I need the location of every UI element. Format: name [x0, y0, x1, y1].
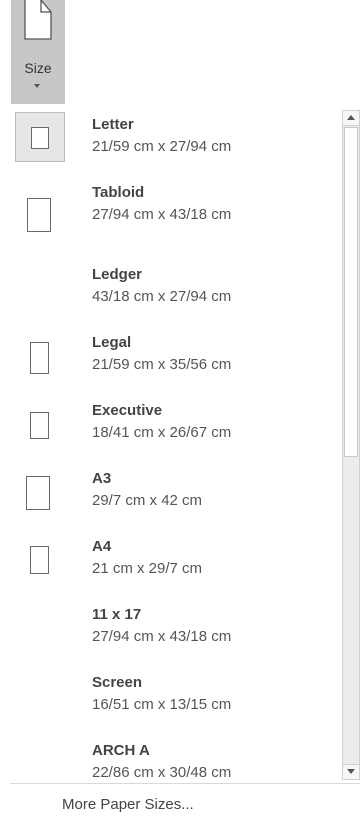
chevron-up-icon — [347, 115, 355, 120]
paper-size-name: Tabloid — [92, 184, 145, 201]
scroll-down-button[interactable] — [343, 764, 359, 779]
portrait-page-icon — [27, 198, 51, 232]
paper-size-dimensions: 29/7 cm x 42 cm — [92, 492, 203, 509]
paper-size-dimensions: 18/41 cm x 26/67 cm — [92, 424, 232, 441]
paper-size-dimensions: 43/18 cm x 27/94 cm — [92, 288, 232, 305]
paper-size-name: ARCH A — [92, 742, 150, 759]
paper-size-icon-box — [15, 534, 65, 584]
portrait-page-icon — [31, 127, 49, 149]
portrait-page-icon — [26, 476, 50, 510]
paper-size-dimensions: 21 cm x 29/7 cm — [92, 560, 203, 577]
paper-size-item-11x17[interactable]: 11 x 17 27/94 cm x 43/18 cm — [0, 594, 342, 662]
paper-size-name: Executive — [92, 402, 163, 419]
paper-size-item-screen[interactable]: Screen 16/51 cm x 13/15 cm — [0, 662, 342, 730]
paper-size-name: Screen — [92, 674, 143, 691]
paper-size-item-ledger[interactable]: Ledger 43/18 cm x 27/94 cm — [0, 254, 342, 322]
paper-size-item-a4[interactable]: A4 21 cm x 29/7 cm — [0, 526, 342, 594]
paper-size-dimensions: 27/94 cm x 43/18 cm — [92, 206, 232, 223]
menu-divider — [10, 783, 360, 784]
size-button-label: Size — [24, 60, 52, 76]
page-size-icon — [24, 0, 52, 40]
paper-size-item-executive[interactable]: Executive 18/41 cm x 26/67 cm — [0, 390, 342, 458]
portrait-page-icon — [30, 342, 49, 374]
paper-size-dimensions: 22/86 cm x 30/48 cm — [92, 764, 232, 781]
paper-size-name: A4 — [92, 538, 112, 555]
paper-size-item-arch-a[interactable]: ARCH A 22/86 cm x 30/48 cm — [0, 730, 342, 798]
paper-size-dimensions: 27/94 cm x 43/18 cm — [92, 628, 232, 645]
paper-size-icon-box — [15, 330, 65, 380]
list-scrollbar[interactable] — [342, 110, 360, 780]
paper-size-name: 11 x 17 — [92, 606, 142, 623]
paper-size-icon-box — [15, 398, 65, 448]
paper-size-icon-box — [15, 466, 65, 516]
paper-size-dropdown: Size Letter 21/59 cm x 27/94 cm Tabloid … — [0, 0, 362, 818]
paper-size-name: A3 — [92, 470, 112, 487]
paper-size-icon-box — [15, 112, 65, 162]
chevron-down-icon — [34, 84, 40, 88]
more-paper-sizes-link[interactable]: More Paper Sizes... — [62, 796, 194, 813]
paper-size-name: Letter — [92, 116, 134, 133]
paper-size-dimensions: 21/59 cm x 27/94 cm — [92, 138, 232, 155]
paper-size-dimensions: 21/59 cm x 35/56 cm — [92, 356, 232, 373]
paper-size-item-a3[interactable]: A3 29/7 cm x 42 cm — [0, 458, 342, 526]
scroll-thumb[interactable] — [344, 127, 358, 457]
scroll-up-button[interactable] — [343, 111, 359, 126]
paper-size-item-tabloid[interactable]: Tabloid 27/94 cm x 43/18 cm — [0, 184, 342, 254]
paper-size-name: Ledger — [92, 266, 143, 283]
paper-size-dimensions: 16/51 cm x 13/15 cm — [92, 696, 232, 713]
paper-size-item-letter[interactable]: Letter 21/59 cm x 27/94 cm — [0, 104, 342, 172]
paper-size-name: Legal — [92, 334, 132, 351]
chevron-down-icon — [347, 769, 355, 774]
portrait-page-icon — [30, 546, 49, 574]
portrait-page-icon — [30, 412, 49, 439]
size-button[interactable]: Size — [11, 0, 65, 104]
paper-size-item-legal[interactable]: Legal 21/59 cm x 35/56 cm — [0, 322, 342, 390]
paper-size-icon-box — [15, 194, 65, 244]
